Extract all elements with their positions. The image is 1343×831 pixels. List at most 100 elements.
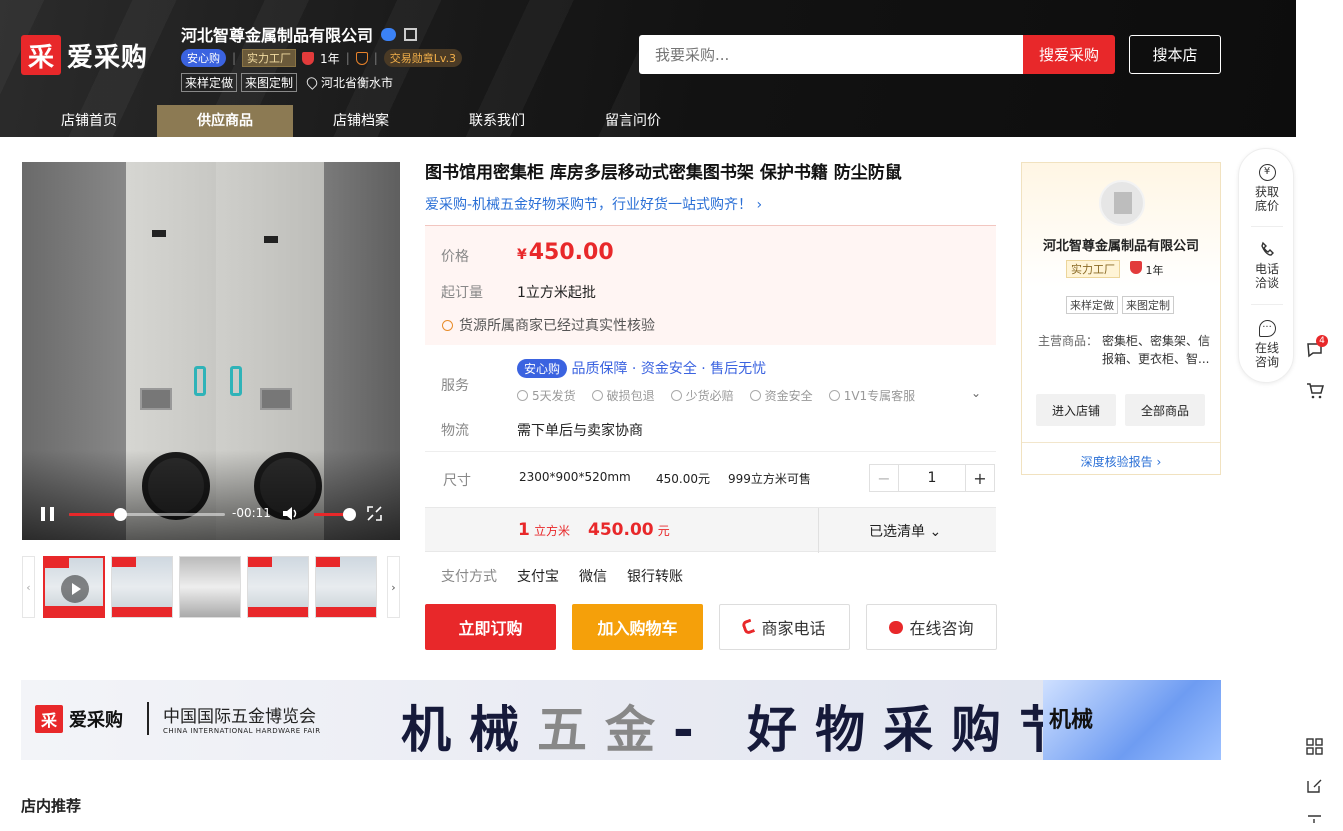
merchant-phone-button[interactable]: 商家电话 xyxy=(719,604,850,650)
price-label: 价格 xyxy=(441,249,469,265)
shop-name[interactable]: 河北智尊金属制品有限公司 xyxy=(181,22,373,46)
order-now-button[interactable]: 立即订购 xyxy=(425,604,556,650)
messages-icon[interactable]: 4 xyxy=(1306,335,1328,359)
verify-note: 货源所属商家已经过真实性核验 xyxy=(442,315,655,335)
back-to-top-icon[interactable] xyxy=(1306,813,1326,831)
promo-link[interactable]: 爱采购-机械五金好物采购节，行业好货一站式购齐！ › xyxy=(425,194,762,214)
chat-bubble-icon xyxy=(889,620,904,634)
shop-card: 河北智尊金属制品有限公司 实力工厂 1年 来样定做 来图定制 主营商品： 密集柜… xyxy=(1021,162,1221,475)
stock: 999立方米可售 xyxy=(728,472,811,486)
all-products-button[interactable]: 全部商品 xyxy=(1125,394,1205,426)
promo-text: 爱采购-机械五金好物采购节，行业好货一站式购齐！ xyxy=(425,197,753,213)
increase-button[interactable]: + xyxy=(966,465,994,491)
phone-icon xyxy=(1260,241,1274,256)
chat-bubble-icon: ··· xyxy=(1258,320,1276,337)
shop-title: 河北智尊金属制品有限公司 xyxy=(181,22,418,46)
thumbnail-image[interactable] xyxy=(315,556,377,618)
logistics-value: 需下单后与卖家协商 xyxy=(517,423,643,439)
card-tags: 来样定做 来图定制 xyxy=(1066,296,1174,314)
logo-mark: 采 xyxy=(21,35,61,75)
aicaigou-logo[interactable]: 采 爱采购 xyxy=(21,35,148,75)
shili-factory-badge: 实力工厂 xyxy=(242,49,297,67)
enter-shop-button[interactable]: 进入店铺 xyxy=(1036,394,1116,426)
floating-contact-bar: ¥ 获取 底价 电话 洽谈 ··· 在线 咨询 xyxy=(1238,148,1294,383)
search-aicaigou-button[interactable]: 搜爱采购 xyxy=(1023,35,1115,74)
float-label: 获取 底价 xyxy=(1254,185,1279,213)
cart-icon[interactable] xyxy=(1306,382,1326,400)
search-shop-button[interactable]: 搜本店 xyxy=(1129,35,1221,74)
quantity-stepper: − 1 + xyxy=(869,464,995,492)
volume-icon[interactable] xyxy=(282,506,299,521)
divider xyxy=(818,508,819,553)
thumbnail-image[interactable] xyxy=(179,556,241,618)
moq-label: 起订量 xyxy=(441,285,483,301)
banner-logo-text: 爱采购 xyxy=(69,710,123,731)
divider: | xyxy=(232,51,237,65)
nav-products[interactable]: 供应商品 xyxy=(157,105,293,137)
banner-cube-graphic: 机械 xyxy=(1043,680,1221,760)
banner-logo-mark: 采 xyxy=(35,705,63,733)
shop-tags: 来样定做 来图定制 河北省衡水市 xyxy=(181,73,393,92)
quantity-value[interactable]: 1 xyxy=(898,465,966,491)
chevron-down-icon[interactable]: ⌄ xyxy=(971,386,981,400)
volume-handle[interactable] xyxy=(343,508,356,521)
volume-slider[interactable] xyxy=(314,508,356,521)
add-to-cart-button[interactable]: 加入购物车 xyxy=(572,604,703,650)
pay-wechat: 微信 xyxy=(579,569,607,585)
decrease-button[interactable]: − xyxy=(870,465,898,491)
product-video[interactable]: -00:11 xyxy=(22,162,400,540)
location-pin-icon xyxy=(304,75,320,90)
phone-consult-button[interactable]: 电话 洽谈 xyxy=(1239,241,1295,290)
logo-text: 爱采购 xyxy=(67,42,149,73)
online-consult-button[interactable]: ··· 在线 咨询 xyxy=(1239,320,1295,369)
nav-contact[interactable]: 联系我们 xyxy=(429,105,565,137)
progress-handle[interactable] xyxy=(114,508,128,521)
pay-alipay: 支付宝 xyxy=(517,569,559,585)
chat-icon[interactable] xyxy=(381,27,397,41)
location-text: 河北省衡水市 xyxy=(321,76,394,90)
video-progress[interactable] xyxy=(69,508,225,521)
thumb-prev-arrow[interactable]: ‹ xyxy=(22,556,35,618)
product-title: 图书馆用密集柜 库房多层移动式密集图书架 保护书籍 防尘防鼠 xyxy=(425,163,902,183)
edit-icon[interactable] xyxy=(1306,777,1326,795)
service-guarantee: 安心购 品质保障 · 资金安全 · 售后无忧 xyxy=(517,358,766,378)
pause-icon[interactable] xyxy=(41,507,54,521)
tag-drawing: 来图定制 xyxy=(1122,296,1174,314)
pay-label: 支付方式 xyxy=(441,569,497,585)
nav-archive[interactable]: 店铺档案 xyxy=(293,105,429,137)
service-item: 5天发货 xyxy=(517,387,576,404)
nav-message[interactable]: 留言问价 xyxy=(565,105,701,137)
thumbnail-image[interactable] xyxy=(111,556,173,618)
service-item: 破损包退 xyxy=(592,387,655,404)
promo-banner[interactable]: 采 爱采购 中国国际五金博览会 CHINA INTERNATIONAL HARDW… xyxy=(21,680,1221,760)
phone-icon xyxy=(741,618,756,636)
thumbnail-video[interactable] xyxy=(43,556,105,618)
service-item: 资金安全 xyxy=(750,387,813,404)
selected-list-toggle[interactable]: 已选清单 ⌄ xyxy=(869,521,941,541)
shop-years: 1年 xyxy=(320,51,340,66)
summary-price: 450.00 元 xyxy=(588,520,670,540)
tag-sample: 来样定做 xyxy=(181,73,238,92)
qrcode-icon[interactable] xyxy=(404,27,418,41)
thumbnail-image[interactable] xyxy=(247,556,309,618)
nav-home[interactable]: 店铺首页 xyxy=(21,105,157,137)
price-value: ¥450.00 xyxy=(517,240,614,265)
video-controls: -00:11 xyxy=(22,500,400,528)
get-price-button[interactable]: ¥ 获取 底价 xyxy=(1239,164,1295,213)
search-input[interactable] xyxy=(639,35,1023,74)
online-chat-button[interactable]: 在线咨询 xyxy=(866,604,997,650)
card-shop-name[interactable]: 河北智尊金属制品有限公司 xyxy=(1022,235,1220,254)
float-label: 在线 咨询 xyxy=(1254,341,1279,369)
check-icon xyxy=(442,320,453,331)
thumb-next-arrow[interactable]: › xyxy=(387,556,400,618)
shop-recommend-heading: 店内推荐 xyxy=(21,797,82,815)
banner-logo: 采 爱采购 xyxy=(35,705,123,733)
fullscreen-icon[interactable] xyxy=(367,506,382,521)
message-count-badge: 4 xyxy=(1316,335,1328,347)
verification-report-link[interactable]: 深度核验报告 › xyxy=(1022,442,1220,470)
verified-shield-icon xyxy=(355,51,368,65)
grid-icon[interactable] xyxy=(1306,738,1326,756)
main-products: 主营商品： 密集柜、密集架、信报箱、更衣柜、智... xyxy=(1038,334,1211,366)
summary-qty: 1 立方米 xyxy=(518,520,570,540)
trade-medal-badge: 交易勋章Lv.3 xyxy=(383,49,463,67)
